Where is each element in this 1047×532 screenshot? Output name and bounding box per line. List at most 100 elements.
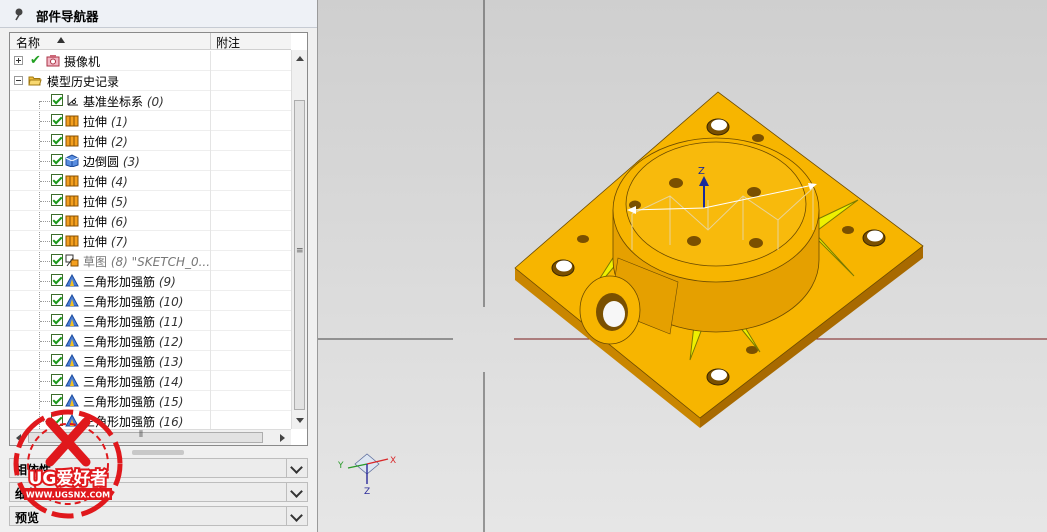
extrude-icon: [65, 175, 79, 187]
triad-z-label: Z: [364, 487, 370, 497]
tree-item-label: 三角形加强筋 (10): [83, 295, 184, 309]
tree-connector: [40, 281, 50, 282]
rib-icon: [65, 294, 79, 307]
tree-row-feature[interactable]: 草图 (8) "SKETCH_0...: [10, 251, 291, 271]
tree-item-label: 拉伸 (5): [83, 195, 128, 209]
vertical-scrollbar[interactable]: ≡: [291, 50, 307, 429]
vertical-scroll-thumb[interactable]: ≡: [294, 100, 305, 410]
tree-item-label: 拉伸 (4): [83, 175, 128, 189]
tree-item-label: 基准坐标系 (0): [83, 95, 164, 109]
tree-row-feature[interactable]: 拉伸 (1): [10, 111, 291, 131]
camera-icon: [46, 55, 60, 67]
feature-checkbox[interactable]: [51, 374, 63, 386]
notes-cell: [210, 291, 211, 311]
feature-checkbox[interactable]: [51, 354, 63, 366]
scroll-right-icon[interactable]: [280, 434, 285, 442]
tree-row-feature[interactable]: 三角形加强筋 (12): [10, 331, 291, 351]
notes-cell: [210, 391, 211, 411]
feature-index: (9): [158, 275, 176, 289]
name-column-header[interactable]: 名称: [16, 34, 40, 51]
feature-checkbox[interactable]: [51, 94, 63, 106]
ug-watermark-logo: UG爱好者 WWW.UGSNX.COM: [13, 409, 123, 519]
sort-ascending-icon[interactable]: [57, 37, 65, 43]
side-boss-bore-through: [603, 301, 625, 327]
extrude-icon: [65, 115, 79, 127]
rib-icon: [65, 334, 79, 347]
tree-connector: [40, 341, 50, 342]
notes-column-header[interactable]: 附注: [210, 33, 292, 50]
tree-row-feature[interactable]: 拉伸 (4): [10, 171, 291, 191]
feature-index: (2): [110, 135, 128, 149]
tree-connector: [40, 141, 50, 142]
notes-cell: [210, 211, 211, 231]
tree-connector: [40, 261, 50, 262]
feature-checkbox[interactable]: [51, 294, 63, 306]
tree-row-feature[interactable]: 三角形加强筋 (10): [10, 291, 291, 311]
triad-x-label: X: [390, 456, 396, 466]
notes-cell: [210, 131, 211, 151]
scroll-down-icon[interactable]: [296, 418, 304, 423]
tree-connector: [40, 181, 50, 182]
part-body[interactable]: [514, 91, 924, 428]
feature-index: (5): [110, 195, 128, 209]
feature-checkbox[interactable]: [51, 314, 63, 326]
tree-row-feature[interactable]: 三角形加强筋 (11): [10, 311, 291, 331]
navigator-titlebar: 部件导航器: [0, 0, 317, 28]
chevron-down-icon[interactable]: [286, 459, 307, 477]
tree-row-feature[interactable]: 三角形加强筋 (9): [10, 271, 291, 291]
feature-checkbox[interactable]: [51, 174, 63, 186]
tree-row-feature[interactable]: 三角形加强筋 (13): [10, 351, 291, 371]
tree-item-label: 三角形加强筋 (11): [83, 315, 184, 329]
chevron-down-icon[interactable]: [286, 507, 307, 525]
scroll-up-icon[interactable]: [296, 56, 304, 61]
notes-column-label: 附注: [216, 36, 241, 50]
tree-connector: [40, 321, 50, 322]
feature-index: (7): [110, 235, 128, 249]
model-view[interactable]: Z X Y Z: [318, 0, 1047, 532]
collapse-toggle[interactable]: [14, 76, 23, 85]
tree-row-feature[interactable]: 基准坐标系 (0): [10, 91, 291, 111]
visible-check-icon[interactable]: ✔: [30, 53, 41, 68]
tree-item-label: 模型历史记录: [47, 75, 120, 89]
view-triad-icon[interactable]: X Y Z: [337, 453, 396, 497]
feature-checkbox[interactable]: [51, 254, 63, 266]
extrude-icon: [65, 235, 79, 247]
feature-checkbox[interactable]: [51, 154, 63, 166]
notes-cell: [210, 51, 211, 71]
tree-row-feature[interactable]: 拉伸 (5): [10, 191, 291, 211]
tree-item-label: 边倒圆 (3): [83, 155, 140, 169]
graphics-viewport[interactable]: Z X Y Z: [318, 0, 1047, 532]
notes-cell: [210, 371, 211, 391]
grip-icon: ≡: [296, 246, 304, 256]
tree-connector: [40, 161, 50, 162]
pin-icon[interactable]: [12, 7, 26, 21]
panel-splitter-handle[interactable]: [132, 450, 184, 455]
tree-connector: [40, 301, 50, 302]
tree-item-label: 三角形加强筋 (12): [83, 335, 184, 349]
extrude-icon: [65, 135, 79, 147]
tree-row-camera[interactable]: ✔ 摄像机: [10, 51, 291, 71]
feature-index: (0): [146, 95, 164, 109]
notes-cell: [210, 351, 211, 371]
tree-row-feature[interactable]: 边倒圆 (3): [10, 151, 291, 171]
chevron-down-icon[interactable]: [286, 483, 307, 501]
expand-toggle[interactable]: [14, 56, 23, 65]
feature-checkbox[interactable]: [51, 274, 63, 286]
tree-item-label: 拉伸 (2): [83, 135, 128, 149]
tree-row-model-history[interactable]: 模型历史记录: [10, 71, 291, 91]
triad-y-label: Y: [337, 461, 344, 471]
tree-connector: [40, 221, 50, 222]
feature-checkbox[interactable]: [51, 114, 63, 126]
tree-row-feature[interactable]: 拉伸 (7): [10, 231, 291, 251]
feature-checkbox[interactable]: [51, 194, 63, 206]
tree-item-label: 草图 (8) "SKETCH_0...: [83, 255, 211, 269]
feature-checkbox[interactable]: [51, 334, 63, 346]
feature-checkbox[interactable]: [51, 214, 63, 226]
feature-checkbox[interactable]: [51, 234, 63, 246]
tree-row-feature[interactable]: 三角形加强筋 (14): [10, 371, 291, 391]
feature-checkbox[interactable]: [51, 134, 63, 146]
extrude-icon: [65, 215, 79, 227]
feature-index: (10): [158, 295, 184, 309]
tree-row-feature[interactable]: 拉伸 (2): [10, 131, 291, 151]
tree-row-feature[interactable]: 拉伸 (6): [10, 211, 291, 231]
